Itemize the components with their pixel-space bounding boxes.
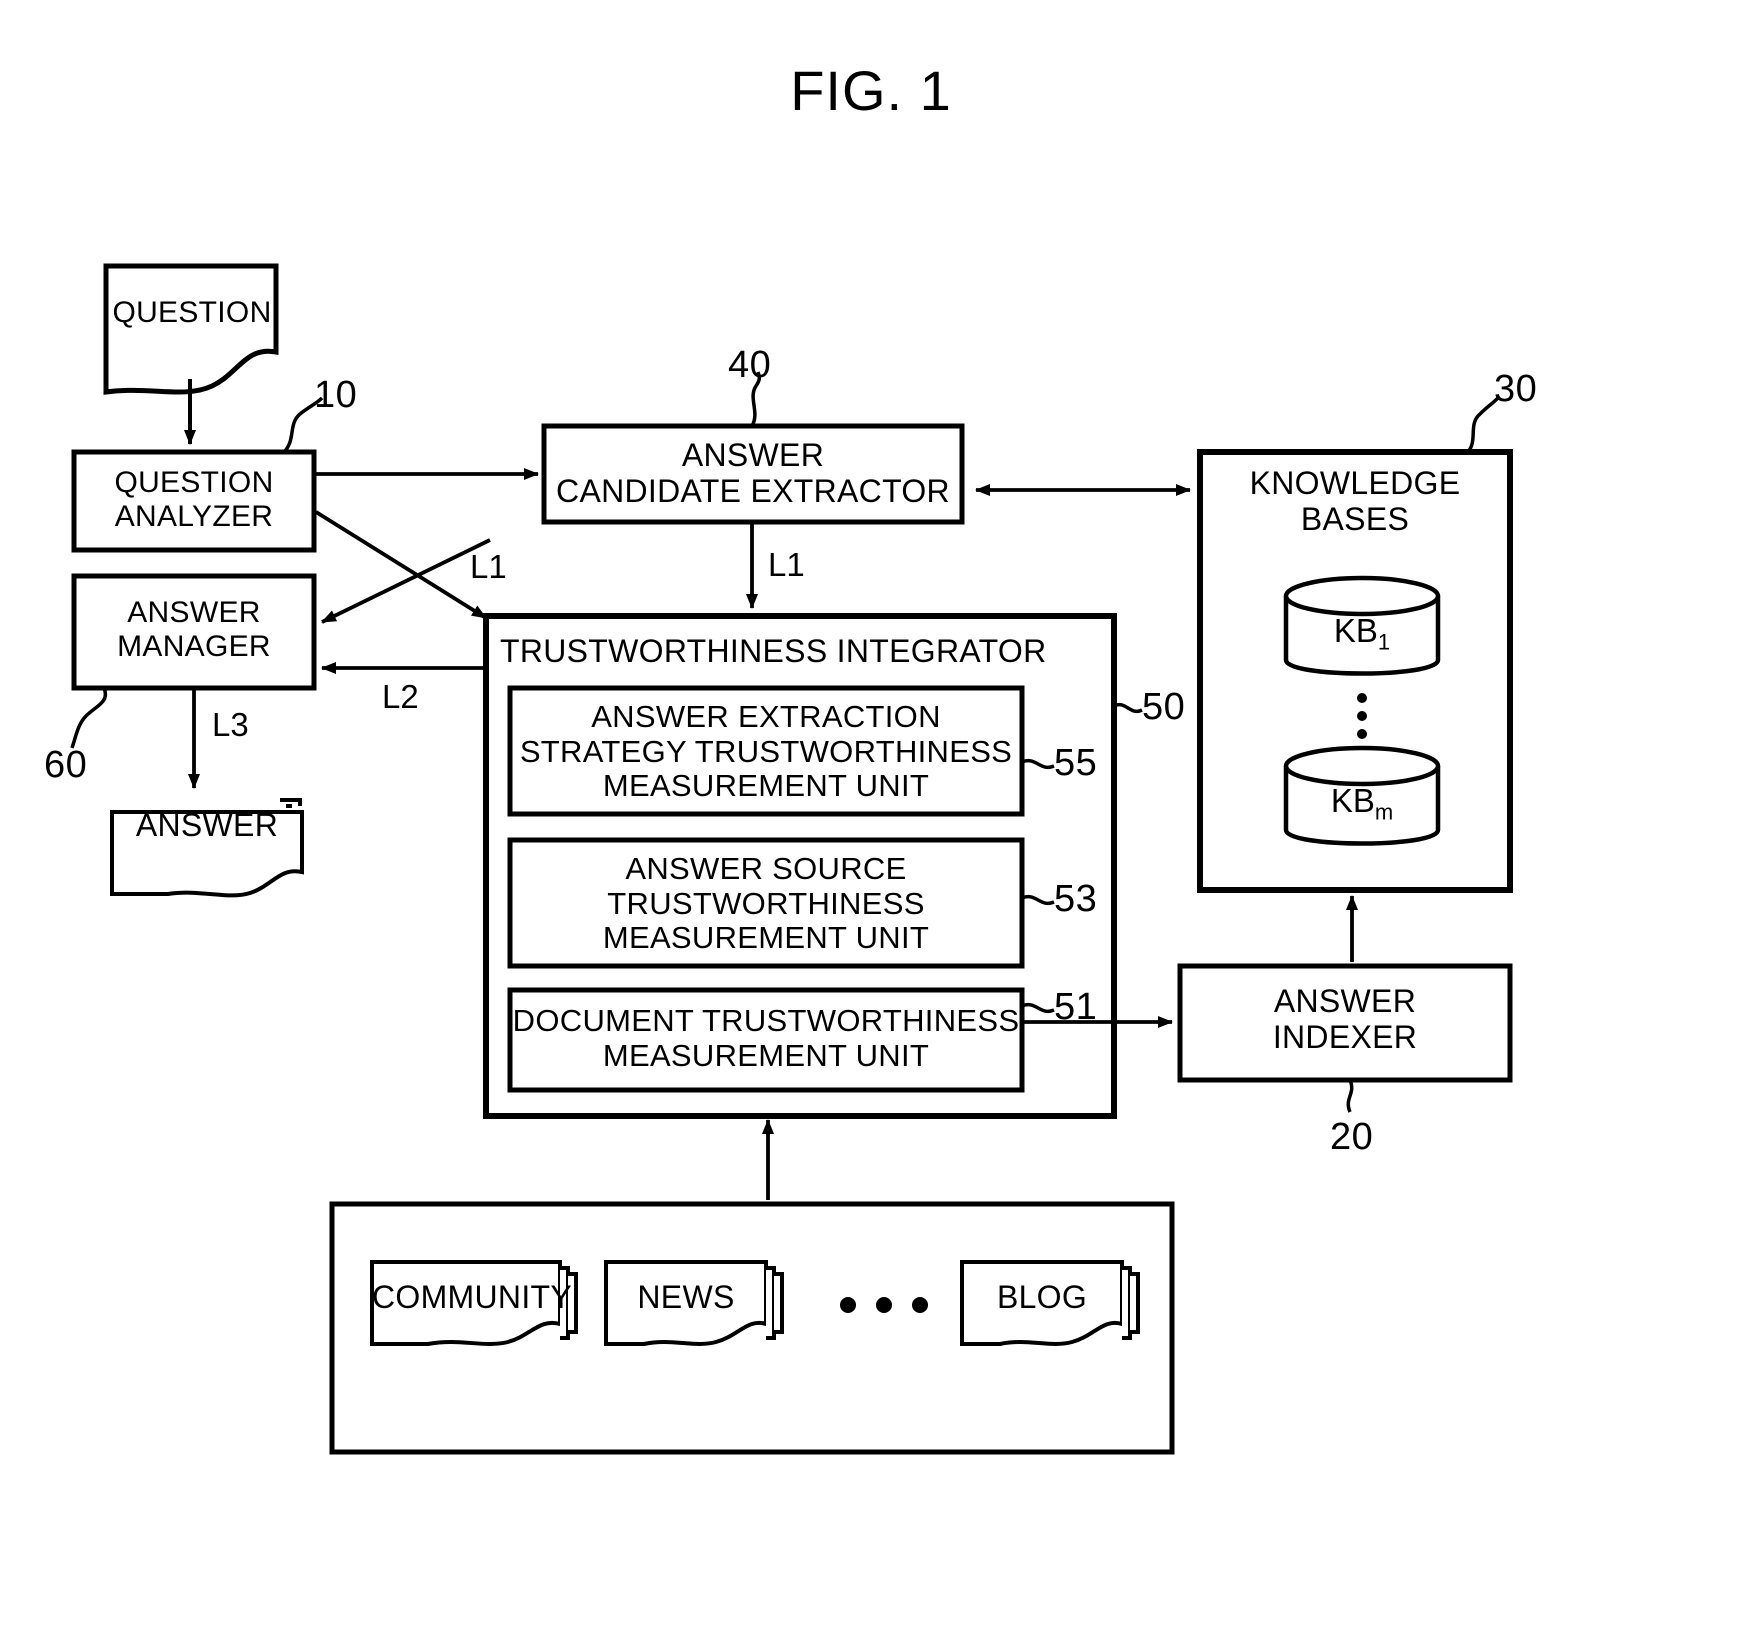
edge-label-l2: L2 <box>382 678 419 715</box>
answer-candidate-extractor-box <box>541 423 965 525</box>
ref-number-40: 40 <box>728 344 772 386</box>
ref-number-10: 10 <box>314 374 358 416</box>
arrow-l1-analyzer-to-integrator <box>314 510 488 620</box>
edge-label-l1-analyzer: L1 <box>470 548 507 585</box>
ref-leader-60 <box>70 687 108 749</box>
edge-label-l1-extractor: L1 <box>768 546 805 583</box>
kb-first-subscript: 1 <box>1377 629 1391 655</box>
question-analyzer-box <box>71 449 317 553</box>
question-document-shape <box>103 263 279 395</box>
unit-55-box <box>507 685 1025 817</box>
answer-manager-box <box>71 573 317 691</box>
kb-first-label: KB1 <box>1286 612 1438 656</box>
ref-number-55: 55 <box>1054 742 1098 784</box>
diagram-vector-layer <box>70 263 1513 1455</box>
kb-vertical-ellipsis <box>1357 693 1367 739</box>
source-ellipsis-dots <box>840 1297 928 1313</box>
ref-number-50: 50 <box>1142 686 1186 728</box>
kb-last-label: KBm <box>1286 782 1438 826</box>
ref-leader-20 <box>1346 1079 1354 1113</box>
ref-leader-50 <box>1113 702 1143 714</box>
ref-number-60: 60 <box>44 744 88 786</box>
ref-number-30: 30 <box>1494 368 1538 410</box>
ref-number-20: 20 <box>1330 1116 1374 1158</box>
ref-number-53: 53 <box>1054 878 1098 920</box>
ref-number-51: 51 <box>1054 986 1098 1028</box>
unit-51-box <box>507 987 1025 1093</box>
kb-last-subscript: m <box>1374 799 1394 825</box>
edge-label-l3: L3 <box>212 706 249 743</box>
arrow-to-answer-manager-diagonal <box>321 538 491 624</box>
figure-canvas: FIG. 1 QUESTION QUESTION ANALYZER ANSWER… <box>0 0 1742 1627</box>
kb-first-text: KB <box>1333 612 1378 649</box>
answer-indexer-box <box>1177 963 1513 1083</box>
unit-53-box <box>507 837 1025 969</box>
kb-last-text: KB <box>1330 782 1375 819</box>
answer-document-stack-shape <box>110 798 304 898</box>
